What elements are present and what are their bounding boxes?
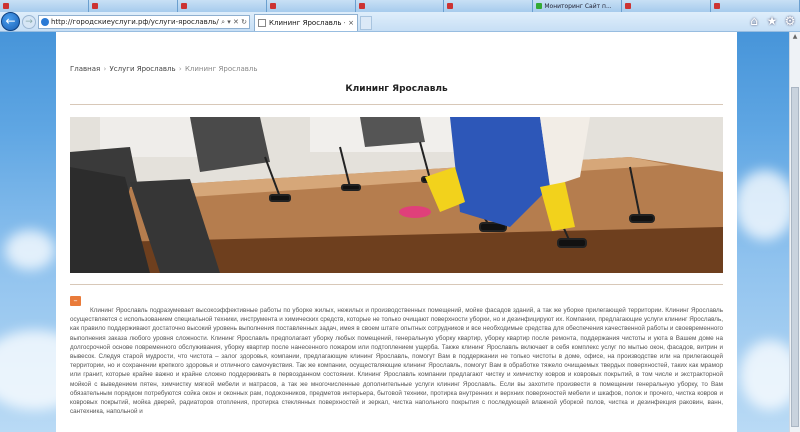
desktop-background-cloud (5, 230, 55, 270)
office-cleaning-illustration (70, 117, 723, 273)
forward-button[interactable]: → (22, 15, 36, 29)
site-favicon-icon (3, 3, 9, 9)
site-favicon-icon (91, 3, 98, 9)
page-title: Клининг Ярославль (345, 84, 448, 94)
desktop-background-cloud (735, 170, 795, 240)
scrollbar-thumb[interactable] (791, 87, 799, 427)
page-favicon-icon (258, 19, 266, 27)
browser-tab[interactable] (444, 0, 534, 12)
article-body-text: Клининг Ярославль подразумевает высокоэф… (70, 307, 723, 416)
browser-tab-strip: Мониторинг Сайт п... (0, 0, 800, 12)
browser-tab[interactable] (177, 0, 267, 12)
favorites-star-icon[interactable]: ★ (764, 13, 780, 29)
breadcrumb-current: Клининг Ярославль (184, 65, 258, 73)
browser-tab[interactable]: Мониторинг Сайт п... (533, 0, 623, 12)
browser-tab[interactable] (266, 0, 356, 12)
back-button[interactable]: ← (1, 12, 20, 31)
breadcrumb-services-link[interactable]: Услуги Ярославль (110, 65, 176, 73)
scroll-up-icon[interactable]: ▲ (790, 32, 800, 42)
back-arrow-icon: ← (5, 14, 16, 28)
breadcrumb-separator: › (103, 65, 107, 73)
browser-tab[interactable] (355, 0, 445, 12)
browser-logo-icon (41, 18, 49, 26)
breadcrumb-separator: › (178, 65, 182, 73)
site-favicon-icon (180, 3, 187, 9)
active-tab-title: Клининг Ярославль - на п... (269, 19, 345, 27)
address-url[interactable]: http://городскиеуслуги.рф/услуги-ярослав… (51, 18, 219, 26)
hero-image (70, 117, 723, 273)
vertical-scrollbar[interactable]: ▲ (789, 32, 800, 432)
browser-tab[interactable] (88, 0, 178, 12)
close-tab-icon[interactable]: × (348, 19, 354, 27)
browser-navigation-bar: ← → http://городскиеуслуги.рф/услуги-яро… (0, 12, 800, 32)
active-browser-tab[interactable]: Клининг Ярославль - на п... × (254, 14, 358, 31)
breadcrumb-home-link[interactable]: Главная (70, 65, 100, 73)
web-page-content: Главная › Услуги Ярославль › Клининг Яро… (56, 32, 737, 432)
site-favicon-icon (269, 3, 276, 9)
divider (70, 284, 723, 285)
address-bar[interactable]: http://городскиеуслуги.рф/услуги-ярослав… (38, 15, 250, 29)
browser-tab[interactable] (622, 0, 712, 12)
browser-tab[interactable] (0, 0, 89, 12)
home-icon[interactable]: ⌂ (746, 13, 762, 29)
browser-tool-icons: ⌂ ★ ⚙ (746, 13, 798, 29)
address-controls[interactable]: ⌕ ▾ ✕ ↻ (221, 18, 247, 27)
forward-arrow-icon: → (25, 17, 33, 27)
site-favicon-icon (447, 3, 454, 9)
browser-tab[interactable] (711, 0, 800, 12)
breadcrumb: Главная › Услуги Ярославль › Клининг Яро… (70, 65, 257, 73)
settings-gear-icon[interactable]: ⚙ (782, 13, 798, 29)
divider (70, 104, 723, 105)
collapse-toggle-button[interactable]: – (70, 296, 81, 306)
site-favicon-icon (536, 3, 543, 9)
new-tab-button[interactable] (360, 16, 372, 30)
site-favicon-icon (714, 3, 721, 9)
site-favicon-icon (625, 3, 632, 9)
site-favicon-icon (358, 3, 365, 9)
